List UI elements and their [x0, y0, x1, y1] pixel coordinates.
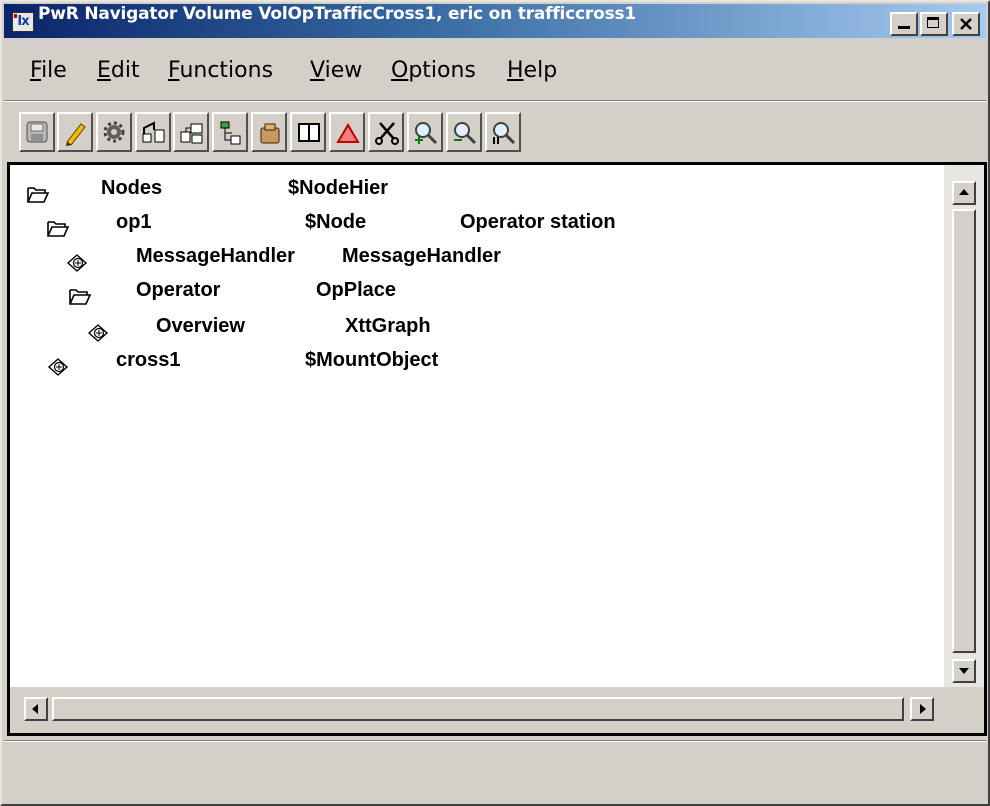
navigator-window: Ix PwR Navigator Volume VolOpTrafficCros…: [0, 0, 990, 806]
close-button[interactable]: [952, 12, 980, 36]
edit-pencil-icon: [66, 123, 86, 146]
distribute-icon: [142, 121, 165, 143]
scrollbar-corner: [944, 687, 984, 733]
arrow-down-icon: [959, 668, 969, 674]
minimize-button[interactable]: [890, 12, 918, 36]
tree-item-class: $NodeHier: [288, 177, 389, 199]
node-hierarchy-icon: [220, 121, 241, 145]
build-button[interactable]: [96, 112, 132, 152]
tree-row-op1[interactable]: op1 $Node Operator station: [10, 211, 940, 245]
menu-help[interactable]: Help: [507, 58, 557, 83]
app-icon[interactable]: Ix: [12, 12, 34, 32]
leaf-object-icon: [47, 358, 69, 376]
zoom-reset-button[interactable]: [485, 112, 521, 152]
scroll-right-button[interactable]: [910, 697, 934, 721]
menu-file[interactable]: File: [30, 58, 67, 83]
leaf-object-icon: [66, 254, 88, 272]
arrow-left-icon: [32, 704, 38, 714]
scroll-up-button[interactable]: [952, 181, 976, 205]
menu-bar: File Edit Functions View Options Help: [4, 38, 986, 101]
zoom-reset-icon: [493, 122, 516, 145]
scroll-down-button[interactable]: [952, 659, 976, 683]
tree-item-name: Operator: [136, 279, 221, 301]
window-title: PwR Navigator Volume VolOpTrafficCross1,…: [38, 4, 637, 24]
edit-button[interactable]: [57, 112, 93, 152]
zoom-out-icon: [454, 122, 477, 145]
tree-item-class: $MountObject: [305, 349, 439, 371]
two-pane-icon: [298, 123, 320, 142]
tree-row-cross1[interactable]: cross1 $MountObject: [10, 349, 940, 383]
folder-open-icon: [27, 187, 50, 203]
zoom-in-button[interactable]: [407, 112, 443, 152]
tree-item-class: OpPlace: [316, 279, 397, 301]
menu-functions[interactable]: Functions: [168, 58, 273, 83]
save-icon: [26, 121, 48, 143]
title-bar[interactable]: Ix PwR Navigator Volume VolOpTrafficCros…: [4, 4, 986, 38]
menu-view[interactable]: View: [310, 58, 362, 83]
tree-item-name: Overview: [156, 315, 245, 337]
leaf-object-icon: [87, 324, 109, 342]
vertical-scrollbar[interactable]: [944, 165, 984, 687]
tree-row-nodes[interactable]: Nodes $NodeHier: [10, 177, 940, 211]
status-bar: [4, 740, 986, 803]
arrow-right-icon: [920, 704, 926, 714]
tree-item-name: Nodes: [101, 177, 163, 199]
folder-open-icon: [69, 289, 92, 305]
menu-options[interactable]: Options: [391, 58, 476, 83]
tree-row-messagehandler[interactable]: MessageHandler MessageHandler: [10, 245, 940, 279]
tree-item-description: Operator station: [460, 211, 616, 233]
tree-item-class: MessageHandler: [342, 245, 501, 267]
horizontal-scroll-thumb[interactable]: [52, 697, 904, 721]
horizontal-scrollbar[interactable]: [10, 687, 944, 733]
navigator-panel: Nodes $NodeHier op1 $Node Operator stati…: [7, 162, 987, 736]
cut-scissors-icon: [375, 122, 399, 145]
tree-row-operator[interactable]: Operator OpPlace: [10, 279, 940, 313]
scroll-left-button[interactable]: [24, 697, 48, 721]
tree-item-name: MessageHandler: [136, 245, 295, 267]
cut-button[interactable]: [368, 112, 404, 152]
distribute-button[interactable]: [135, 112, 171, 152]
plc-hierarchy-icon: [180, 123, 203, 144]
folder-open-icon: [47, 221, 70, 237]
object-tree[interactable]: Nodes $NodeHier op1 $Node Operator stati…: [10, 165, 944, 687]
tree-row-overview[interactable]: Overview XttGraph: [10, 315, 940, 349]
close-icon: [960, 18, 972, 30]
save-button[interactable]: [19, 112, 55, 152]
node-hierarchy-button[interactable]: [212, 112, 248, 152]
object-box-button[interactable]: [251, 112, 287, 152]
object-box-icon: [260, 123, 280, 144]
tree-item-class: XttGraph: [345, 315, 431, 337]
tree-item-name: cross1: [116, 349, 181, 371]
zoom-in-icon: [415, 122, 438, 145]
two-pane-button[interactable]: [290, 112, 326, 152]
arrow-up-icon: [959, 189, 969, 195]
plc-hierarchy-button[interactable]: [173, 112, 209, 152]
menu-edit[interactable]: Edit: [97, 58, 140, 83]
tree-item-class: $Node: [305, 211, 367, 233]
maximize-button[interactable]: [920, 12, 948, 36]
toolbar: [4, 102, 986, 160]
warning-button[interactable]: [329, 112, 365, 152]
build-gear-icon: [103, 121, 125, 143]
vertical-scroll-thumb[interactable]: [952, 209, 976, 653]
warning-triangle-icon: [336, 123, 360, 143]
tree-item-name: op1: [116, 211, 152, 233]
zoom-out-button[interactable]: [446, 112, 482, 152]
